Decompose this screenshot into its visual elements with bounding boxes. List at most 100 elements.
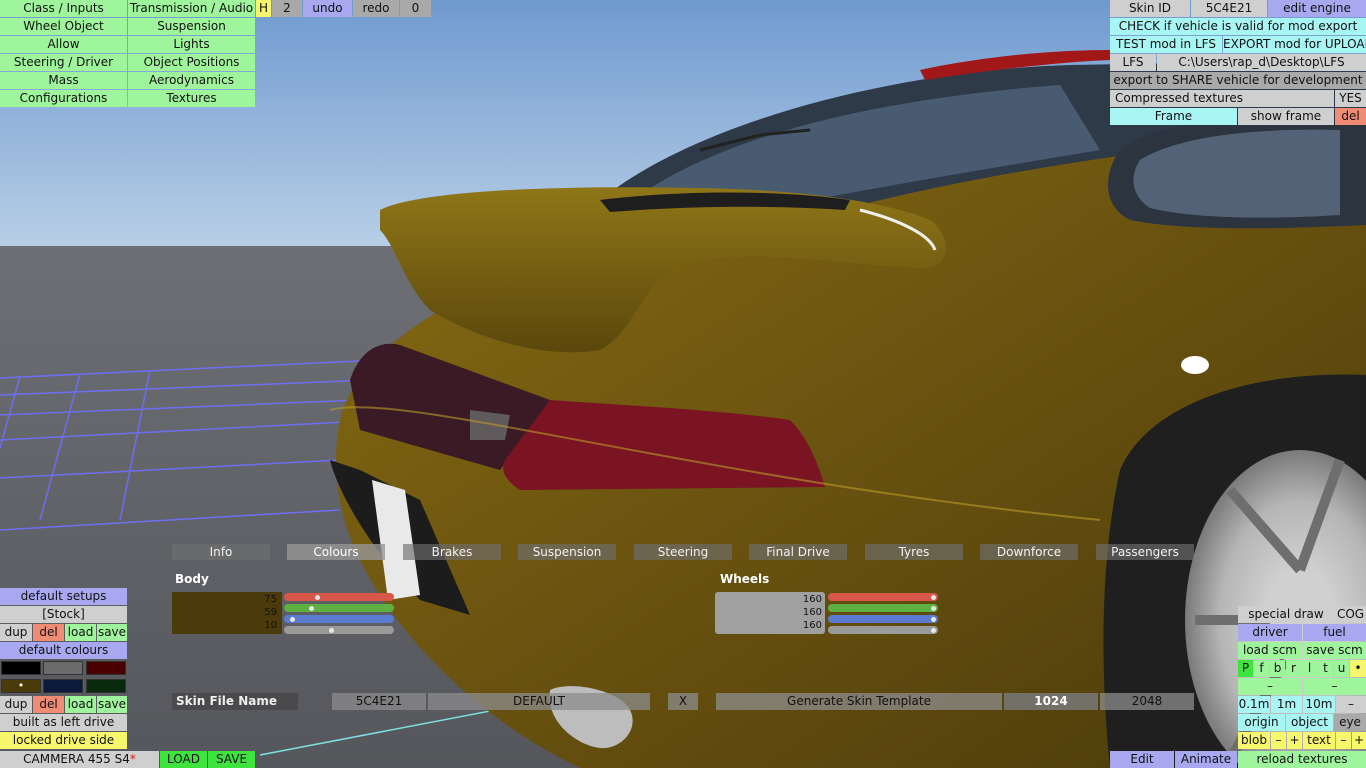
eye-button[interactable]: eye xyxy=(1334,714,1366,731)
edit-engine-button[interactable]: edit engine xyxy=(1268,0,1366,17)
colour-swatch-1[interactable] xyxy=(1,661,41,675)
menu-configurations[interactable]: Configurations xyxy=(0,90,127,107)
vehicle-load-button[interactable]: LOAD xyxy=(160,751,207,768)
frame-button[interactable]: Frame xyxy=(1110,108,1237,125)
object-button[interactable]: object xyxy=(1286,714,1333,731)
colour-swatch-6[interactable] xyxy=(86,679,126,693)
body-g-knob[interactable] xyxy=(309,605,315,611)
tab-tyres[interactable]: Tyres xyxy=(865,544,963,560)
body-r-slider[interactable] xyxy=(284,593,394,601)
text-button[interactable]: text xyxy=(1303,732,1335,749)
body-g-value[interactable]: 59 xyxy=(255,607,277,618)
tab-final-drive[interactable]: Final Drive xyxy=(749,544,847,560)
menu-mass[interactable]: Mass xyxy=(0,72,127,89)
view-l-button[interactable]: l xyxy=(1302,660,1317,677)
export-mod-button[interactable]: EXPORT mod for UPLOAD xyxy=(1223,36,1366,53)
wheels-b-slider[interactable] xyxy=(828,615,938,623)
menu-suspension[interactable]: Suspension xyxy=(128,18,255,35)
view-u-button[interactable]: u xyxy=(1334,660,1349,677)
wheels-gray-knob[interactable] xyxy=(931,627,936,633)
driver-button[interactable]: driver xyxy=(1238,624,1302,641)
menu-steering-driver[interactable]: Steering / Driver xyxy=(0,54,127,71)
body-gray-slider[interactable] xyxy=(284,626,394,634)
wheels-b-knob[interactable] xyxy=(931,616,936,622)
reload-textures-button[interactable]: reload textures xyxy=(1238,751,1366,768)
colour-swatch-4[interactable]: • xyxy=(1,679,41,693)
wheels-g-value[interactable]: 160 xyxy=(800,607,822,618)
check-valid-button[interactable]: CHECK if vehicle is valid for mod export xyxy=(1110,18,1366,35)
save-scm-button[interactable]: save scm xyxy=(1303,642,1366,659)
colour-load-button[interactable]: load xyxy=(65,696,96,713)
tab-steering[interactable]: Steering xyxy=(634,544,732,560)
skin-default-button[interactable]: DEFAULT xyxy=(428,693,650,710)
load-scm-button[interactable]: load scm xyxy=(1238,642,1302,659)
colour-swatch-5[interactable] xyxy=(43,679,83,693)
test-mod-button[interactable]: TEST mod in LFS xyxy=(1110,36,1222,53)
step-minus-button[interactable]: – xyxy=(1336,696,1366,713)
frame-delete-button[interactable]: del xyxy=(1335,108,1366,125)
default-colours-button[interactable]: default colours xyxy=(0,642,127,659)
setup-del-button[interactable]: del xyxy=(33,624,64,641)
wheels-r-knob[interactable] xyxy=(931,594,936,600)
menu-aerodynamics[interactable]: Aerodynamics xyxy=(128,72,255,89)
tab-passengers[interactable]: Passengers xyxy=(1096,544,1194,560)
move-minus-2[interactable]: – xyxy=(1303,678,1366,695)
animate-mode-button[interactable]: Animate xyxy=(1175,751,1237,768)
menu-wheel-object[interactable]: Wheel Object xyxy=(0,18,127,35)
wheels-r-value[interactable]: 160 xyxy=(800,594,822,605)
step-1m-button[interactable]: 1m xyxy=(1271,696,1302,713)
text-plus-button[interactable]: + xyxy=(1352,732,1366,749)
blob-button[interactable]: blob xyxy=(1238,732,1270,749)
view-b-button[interactable]: b xyxy=(1270,660,1285,677)
edit-mode-button[interactable]: Edit xyxy=(1110,751,1174,768)
built-left-drive-toggle[interactable]: built as left drive xyxy=(0,714,127,731)
lfs-button[interactable]: LFS xyxy=(1110,54,1156,71)
undo-button[interactable]: undo xyxy=(303,0,352,17)
text-minus-button[interactable]: – xyxy=(1336,732,1351,749)
tab-colours[interactable]: Colours xyxy=(287,544,385,560)
blob-plus-button[interactable]: + xyxy=(1287,732,1302,749)
body-b-knob[interactable] xyxy=(290,616,296,622)
body-gray-knob[interactable] xyxy=(329,627,335,633)
body-b-slider[interactable] xyxy=(284,615,394,623)
wheels-g-slider[interactable] xyxy=(828,604,938,612)
body-r-knob[interactable] xyxy=(315,594,321,600)
view-dot-button[interactable]: • xyxy=(1350,660,1366,677)
body-g-slider[interactable] xyxy=(284,604,394,612)
template-size-2048[interactable]: 2048 xyxy=(1100,693,1194,710)
body-r-value[interactable]: 75 xyxy=(255,594,277,605)
blob-minus-button[interactable]: – xyxy=(1271,732,1286,749)
colour-swatch-2[interactable] xyxy=(43,661,83,675)
wheels-r-slider[interactable] xyxy=(828,593,938,601)
step-0-1m-button[interactable]: 0.1m xyxy=(1238,696,1270,713)
tab-suspension[interactable]: Suspension xyxy=(518,544,616,560)
tab-downforce[interactable]: Downforce xyxy=(980,544,1078,560)
skin-id-value[interactable]: 5C4E21 xyxy=(1191,0,1267,17)
colour-del-button[interactable]: del xyxy=(33,696,64,713)
move-minus-1[interactable]: – xyxy=(1238,678,1302,695)
compressed-textures-toggle[interactable]: YES xyxy=(1335,90,1366,107)
fuel-button[interactable]: fuel xyxy=(1303,624,1366,641)
skin-clear-button[interactable]: X xyxy=(668,693,698,710)
view-r-button[interactable]: r xyxy=(1286,660,1301,677)
body-b-value[interactable]: 10 xyxy=(255,620,277,631)
menu-textures[interactable]: Textures xyxy=(128,90,255,107)
setup-dup-button[interactable]: dup xyxy=(0,624,32,641)
menu-object-positions[interactable]: Object Positions xyxy=(128,54,255,71)
cog-button[interactable]: COG xyxy=(1335,606,1366,623)
tab-info[interactable]: Info xyxy=(172,544,270,560)
locked-drive-side-toggle[interactable]: locked drive side xyxy=(0,732,127,749)
generate-skin-template-button[interactable]: Generate Skin Template xyxy=(716,693,1002,710)
tab-brakes[interactable]: Brakes xyxy=(403,544,501,560)
wheels-b-value[interactable]: 160 xyxy=(800,620,822,631)
wheels-gray-slider[interactable] xyxy=(828,626,938,634)
view-p-button[interactable]: P xyxy=(1238,660,1253,677)
menu-transmission-audio[interactable]: Transmission / Audio xyxy=(128,0,255,17)
redo-button[interactable]: redo xyxy=(353,0,399,17)
vehicle-save-button[interactable]: SAVE xyxy=(208,751,255,768)
colour-save-button[interactable]: save xyxy=(97,696,127,713)
setup-stock-item[interactable]: [Stock] xyxy=(0,606,127,623)
wheels-g-knob[interactable] xyxy=(931,605,936,611)
skin-file-name-value[interactable]: 5C4E21 xyxy=(332,693,426,710)
menu-class-inputs[interactable]: Class / Inputs xyxy=(0,0,127,17)
